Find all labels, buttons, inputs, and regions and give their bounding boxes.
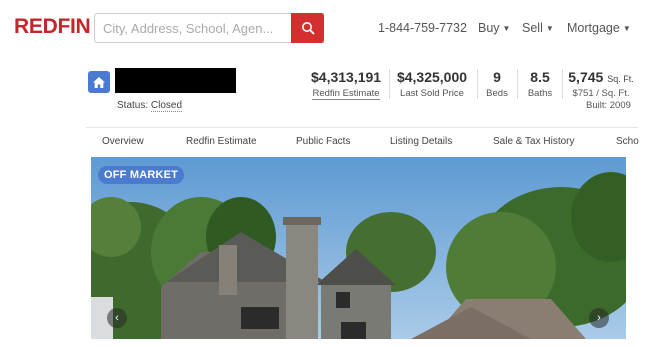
tab-redfin-estimate[interactable]: Redfin Estimate: [186, 136, 257, 147]
tab-public-facts[interactable]: Public Facts: [296, 136, 350, 147]
status-label: Status:: [117, 100, 149, 111]
redacted-address: [115, 68, 236, 93]
sold-label: Last Sold Price: [400, 88, 464, 99]
baths-value: 8.5: [530, 69, 550, 85]
stat-divider: [562, 69, 563, 99]
chevron-down-icon: ▼: [622, 24, 631, 34]
baths: 8.5 Baths: [524, 69, 556, 99]
section-tabs: Overview Redfin Estimate Public Facts Li…: [86, 127, 639, 156]
chevron-down-icon: ▼: [502, 24, 511, 34]
nav-buy-label: Buy: [478, 21, 500, 35]
tab-sale-tax-history[interactable]: Sale & Tax History: [493, 136, 575, 147]
estimate-label[interactable]: Redfin Estimate: [312, 88, 380, 100]
sold-value: $4,325,000: [396, 69, 468, 85]
year-built: Built: 2009: [586, 100, 631, 111]
photo-next-button[interactable]: ›: [589, 308, 609, 328]
status-value[interactable]: Closed: [150, 100, 183, 112]
baths-label: Baths: [527, 88, 553, 99]
beds-value: 9: [493, 69, 501, 85]
stat-divider: [517, 69, 518, 99]
price-per-sqft: $751 / Sq. Ft.: [572, 88, 630, 99]
site-header: REDFIN 1-844-759-7732 Buy▼ Sell▼ Mortgag…: [0, 0, 650, 56]
estimate-value: $4,313,191: [311, 69, 382, 85]
square-feet: 5,745 Sq. Ft. $751 / Sq. Ft.: [568, 69, 634, 99]
property-photo[interactable]: [91, 157, 626, 339]
redfin-logo[interactable]: REDFIN: [14, 15, 91, 39]
house-photo-illustration: [91, 157, 626, 339]
tab-schools[interactable]: Scho: [616, 136, 639, 147]
chevron-right-icon: ›: [597, 312, 601, 324]
home-icon: [88, 71, 110, 93]
redfin-estimate: $4,313,191 Redfin Estimate: [311, 69, 382, 100]
nav-sell[interactable]: Sell ▼: [522, 21, 554, 35]
phone-number[interactable]: 1-844-759-7732: [378, 21, 467, 35]
last-sold-price: $4,325,000 Last Sold Price: [395, 69, 469, 99]
search-box[interactable]: [94, 13, 324, 43]
nav-sell-label: Sell: [522, 21, 543, 35]
nav-buy[interactable]: Buy ▼: [478, 21, 510, 35]
beds-label: Beds: [486, 88, 508, 99]
tab-overview[interactable]: Overview: [102, 136, 144, 147]
photo-prev-button[interactable]: ‹: [107, 308, 127, 328]
search-button[interactable]: [291, 13, 324, 43]
stat-divider: [477, 69, 478, 99]
stat-divider: [389, 69, 390, 99]
tab-listing-details[interactable]: Listing Details: [390, 136, 452, 147]
nav-mortgage-label: Mortgage: [567, 21, 620, 35]
beds: 9 Beds: [484, 69, 510, 99]
sqft-value: 5,745: [568, 69, 604, 85]
chevron-left-icon: ‹: [115, 312, 119, 324]
off-market-badge: OFF MARKET: [98, 166, 185, 184]
sqft-unit: Sq. Ft.: [607, 74, 634, 84]
status: Status: Closed: [117, 100, 183, 112]
search-icon: [301, 22, 314, 35]
nav-mortgage[interactable]: Mortgage ▼: [567, 21, 631, 35]
chevron-down-icon: ▼: [545, 24, 554, 34]
search-input[interactable]: [95, 14, 301, 42]
